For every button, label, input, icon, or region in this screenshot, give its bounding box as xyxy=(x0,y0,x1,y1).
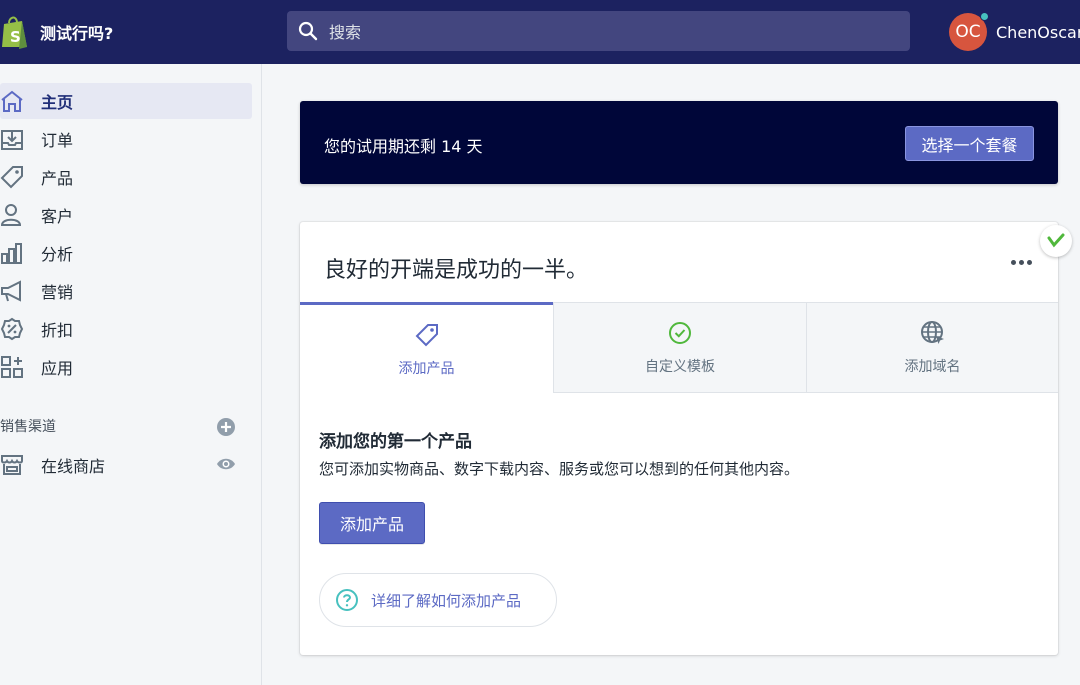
tab-add-domain[interactable]: 添加域名 xyxy=(806,302,1058,393)
tab-add-product[interactable]: 添加产品 xyxy=(300,302,553,393)
trial-text: 您的试用期还剩 14 天 xyxy=(324,137,483,156)
tab-label: 添加域名 xyxy=(904,359,961,375)
discount-icon xyxy=(0,317,24,341)
store-icon xyxy=(1,455,23,475)
sidebar-item-label: 在线商店 xyxy=(41,457,106,476)
sidebar-item-label: 应用 xyxy=(41,359,74,378)
user-menu[interactable]: OC ChenOscar xyxy=(949,12,1080,52)
megaphone-icon xyxy=(1,280,21,302)
sidebar-item-discounts[interactable]: 折扣 xyxy=(0,311,252,347)
tag-icon xyxy=(415,324,438,347)
question-circle-icon xyxy=(336,589,358,611)
panel-title: 添加您的第一个产品 xyxy=(319,432,472,452)
orders-icon xyxy=(1,130,23,150)
dot xyxy=(1026,259,1032,265)
sidebar-item-analytics[interactable]: 分析 xyxy=(0,235,252,271)
sales-channels-heading: 销售渠道 xyxy=(0,419,56,435)
tag-icon xyxy=(0,166,23,189)
setup-badge xyxy=(1040,225,1072,257)
dot xyxy=(1010,259,1016,265)
globe-icon xyxy=(920,321,944,344)
sidebar-item-online-store[interactable]: 在线商店 xyxy=(0,447,252,483)
sidebar-item-marketing[interactable]: 营销 xyxy=(0,273,252,309)
sidebar-item-label: 产品 xyxy=(41,169,74,188)
trial-banner: 您的试用期还剩 14 天 选择一个套餐 xyxy=(300,101,1058,184)
help-link[interactable]: 详细了解如何添加产品 xyxy=(319,573,557,627)
add-channel-icon[interactable] xyxy=(216,417,236,437)
add-product-button[interactable]: 添加产品 xyxy=(319,502,425,544)
sidebar-item-label: 订单 xyxy=(41,131,74,150)
select-plan-button[interactable]: 选择一个套餐 xyxy=(905,126,1034,161)
sidebar-item-label: 分析 xyxy=(41,245,74,264)
card-title: 良好的开端是成功的一半。 xyxy=(324,258,589,283)
sidebar-item-label: 客户 xyxy=(41,207,74,226)
apps-icon xyxy=(1,356,23,378)
home-icon xyxy=(1,90,23,112)
shopify-logo-icon: S xyxy=(2,16,27,49)
avatar[interactable]: OC xyxy=(949,12,989,51)
setup-tabs: 添加产品 自定义模板 添加域名 xyxy=(300,302,1058,393)
check-circle-icon xyxy=(669,322,691,344)
sidebar-item-home[interactable]: 主页 xyxy=(0,83,252,119)
tab-customize-theme[interactable]: 自定义模板 xyxy=(553,302,806,393)
sidebar-item-orders[interactable]: 订单 xyxy=(0,121,252,157)
user-name: ChenOscar xyxy=(996,22,1080,42)
store-switcher[interactable]: S 测试行吗? xyxy=(0,12,113,52)
sidebar-item-products[interactable]: 产品 xyxy=(0,159,252,195)
sidebar-item-label: 折扣 xyxy=(41,321,74,340)
bar-chart-icon xyxy=(1,243,22,264)
dot xyxy=(1018,259,1024,265)
store-name: 测试行吗? xyxy=(40,24,114,43)
more-options-button[interactable] xyxy=(1006,252,1036,272)
notification-dot xyxy=(980,12,989,21)
tab-label: 添加产品 xyxy=(398,361,455,377)
sidebar-item-label: 主页 xyxy=(41,93,74,112)
sidebar-item-label: 营销 xyxy=(41,283,74,302)
search-icon xyxy=(298,21,318,41)
help-link-label: 详细了解如何添加产品 xyxy=(371,591,522,610)
sidebar: 主页 订单 产品 客户 分析 营销 折扣 应用 销售渠道 在线商店 xyxy=(0,64,262,685)
avatar-initials: OC xyxy=(955,22,981,42)
search-input[interactable]: 搜索 xyxy=(287,11,910,51)
sidebar-item-apps[interactable]: 应用 xyxy=(0,349,252,385)
panel-description: 您可添加实物商品、数字下载内容、服务或您可以想到的任何其他内容。 xyxy=(319,460,800,478)
tab-label: 自定义模板 xyxy=(645,359,715,375)
svg-text:S: S xyxy=(10,28,21,46)
search-placeholder: 搜索 xyxy=(329,23,362,42)
top-bar: S 测试行吗? 搜索 OC ChenOscar xyxy=(0,0,1080,64)
eye-icon[interactable] xyxy=(216,456,236,472)
checkmark-icon xyxy=(1047,233,1065,248)
person-icon xyxy=(0,204,22,226)
getting-started-card: 良好的开端是成功的一半。 添加产品 自定义模板 添加域名 添加您的第一个产品 您… xyxy=(300,222,1058,655)
sidebar-item-customers[interactable]: 客户 xyxy=(0,197,252,233)
